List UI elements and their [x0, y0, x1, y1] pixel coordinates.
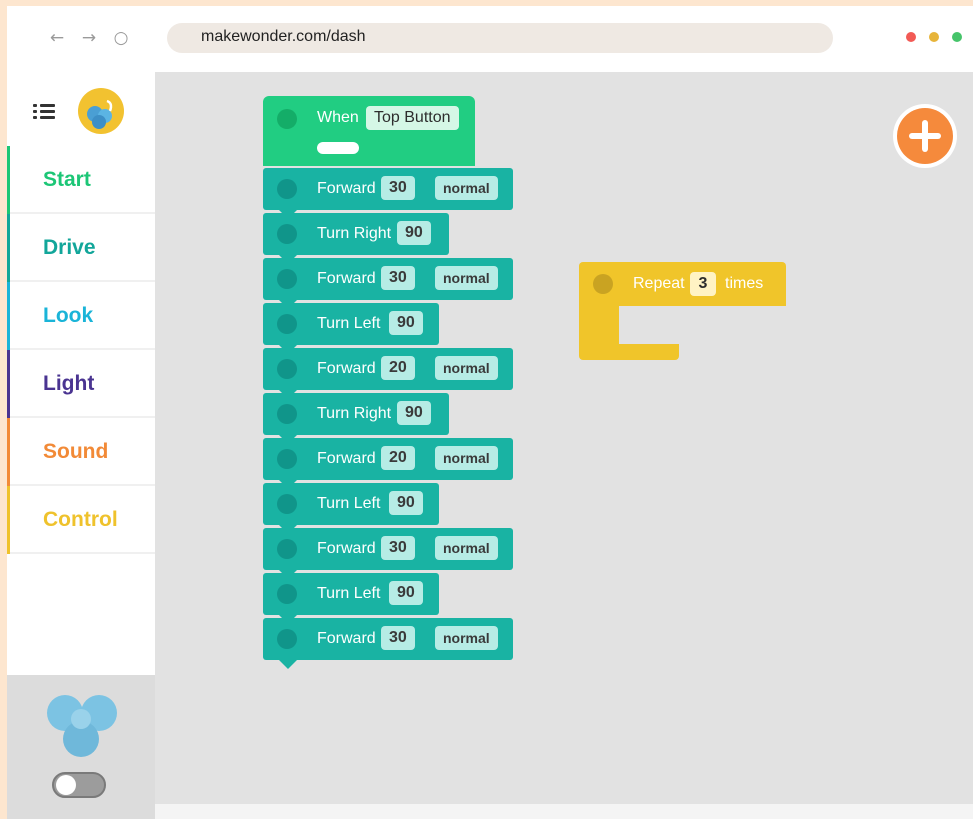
category-label: Control	[43, 508, 118, 531]
distance-input[interactable]: 90	[397, 221, 431, 245]
category-control[interactable]: Control	[7, 486, 155, 554]
block-label: Forward	[317, 270, 376, 287]
browser-chrome: ← → ○ makewonder.com/dash	[7, 6, 973, 73]
block-label: Forward	[317, 360, 376, 377]
distance-input[interactable]: 20	[381, 356, 415, 380]
block-label: Turn Left	[317, 315, 381, 332]
block-connector-icon	[593, 274, 613, 294]
block-connector-icon	[277, 359, 297, 379]
when-block-handle	[317, 142, 359, 154]
category-drive[interactable]: Drive	[7, 214, 155, 282]
minimize-dot-icon[interactable]	[929, 32, 939, 42]
distance-input[interactable]: 90	[389, 311, 423, 335]
block-connector-icon	[277, 269, 297, 289]
repeat-suffix-label: times	[725, 275, 764, 292]
block-label: Forward	[317, 540, 376, 557]
block-connector-icon	[277, 539, 297, 559]
speed-dropdown[interactable]: normal	[435, 626, 498, 650]
dash-robot-icon[interactable]	[43, 689, 121, 759]
category-start[interactable]: Start	[7, 146, 155, 214]
repeat-block[interactable]: Repeat 3 times	[579, 262, 789, 366]
block-label: Turn Left	[317, 585, 381, 602]
speed-dropdown[interactable]: normal	[435, 176, 498, 200]
add-button[interactable]	[893, 104, 957, 168]
when-block[interactable]: When Top Button	[263, 96, 475, 166]
category-look[interactable]: Look	[7, 282, 155, 350]
block-connector-icon	[277, 494, 297, 514]
block-label: Turn Right	[317, 405, 392, 422]
distance-input[interactable]: 30	[381, 266, 415, 290]
trigger-dropdown[interactable]: Top Button	[366, 106, 459, 130]
distance-input[interactable]: 90	[389, 581, 423, 605]
app-window: ← → ○ makewonder.com/dash Start Drive Lo…	[7, 6, 973, 819]
repeat-count-input[interactable]: 3	[690, 272, 716, 296]
block-label: Forward	[317, 450, 376, 467]
block-connector-icon	[277, 449, 297, 469]
block-connector-icon	[277, 179, 297, 199]
speed-dropdown[interactable]: normal	[435, 536, 498, 560]
block-label: Forward	[317, 630, 376, 647]
category-label: Drive	[43, 236, 96, 259]
category-label: Light	[43, 372, 95, 395]
block-connector-icon	[277, 629, 297, 649]
sidebar-header	[7, 72, 155, 146]
block-label: Forward	[317, 180, 376, 197]
category-label: Look	[43, 304, 94, 327]
distance-input[interactable]: 90	[397, 401, 431, 425]
distance-input[interactable]: 30	[381, 626, 415, 650]
dash-robot-avatar-icon[interactable]	[78, 88, 124, 134]
url-text: makewonder.com/dash	[201, 28, 366, 45]
code-workspace[interactable]: When Top Button Forward 30 normal Turn Righ…	[155, 72, 973, 804]
category-sound[interactable]: Sound	[7, 418, 155, 486]
distance-input[interactable]: 20	[381, 446, 415, 470]
distance-input[interactable]: 90	[389, 491, 423, 515]
speed-dropdown[interactable]: normal	[435, 446, 498, 470]
speed-dropdown[interactable]: normal	[435, 266, 498, 290]
block-label: Turn Right	[317, 225, 392, 242]
when-label: When	[317, 109, 359, 126]
speed-dropdown[interactable]: normal	[435, 356, 498, 380]
block-label: Turn Left	[317, 495, 381, 512]
robot-connection-panel	[7, 675, 155, 819]
maximize-dot-icon[interactable]	[952, 32, 962, 42]
distance-input[interactable]: 30	[381, 176, 415, 200]
block-connector-icon	[277, 224, 297, 244]
block-connector-icon	[277, 404, 297, 424]
back-arrow-icon[interactable]: ←	[47, 28, 67, 48]
hamburger-menu-icon[interactable]	[33, 104, 55, 120]
forward-arrow-icon[interactable]: →	[79, 28, 99, 48]
category-label: Start	[43, 168, 91, 191]
block-connector-icon	[277, 109, 297, 129]
reload-icon[interactable]: ○	[111, 28, 131, 48]
close-dot-icon[interactable]	[906, 32, 916, 42]
address-bar[interactable]: makewonder.com/dash	[167, 23, 833, 53]
bottom-bar	[155, 804, 973, 819]
repeat-label: Repeat	[633, 275, 685, 292]
category-label: Sound	[43, 440, 109, 463]
distance-input[interactable]: 30	[381, 536, 415, 560]
block-connector-icon	[277, 584, 297, 604]
block-palette-sidebar: Start Drive Look Light Sound Control	[7, 72, 155, 819]
category-light[interactable]: Light	[7, 350, 155, 418]
block-connector-icon	[277, 314, 297, 334]
connect-toggle[interactable]	[52, 772, 106, 798]
